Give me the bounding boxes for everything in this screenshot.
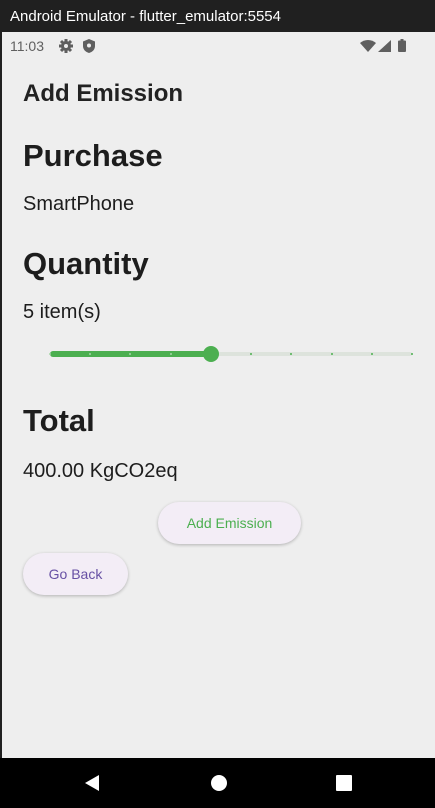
add-emission-button[interactable]: Add Emission (158, 502, 301, 544)
purchase-value: SmartPhone (23, 193, 135, 215)
app-bar-title: Add Emission (23, 80, 184, 107)
purchase-heading: Purchase (23, 138, 163, 173)
security-shield-icon (83, 39, 95, 53)
wifi-icon (360, 40, 376, 52)
slider-tick (49, 353, 51, 355)
home-icon[interactable] (210, 774, 228, 792)
battery-icon (398, 39, 406, 52)
cell-signal-icon (378, 40, 391, 52)
slider-tick (330, 353, 333, 355)
system-navigation-bar (0, 758, 435, 808)
go-back-button[interactable]: Go Back (23, 553, 128, 595)
status-time: 11:03 (10, 38, 44, 54)
slider-thumb[interactable] (202, 346, 219, 362)
slider-tick (169, 353, 172, 355)
quantity-slider[interactable] (46, 344, 414, 364)
quantity-heading: Quantity (23, 246, 149, 281)
quantity-value: 5 item(s) (23, 301, 101, 323)
slider-tick (370, 353, 373, 355)
back-icon[interactable] (83, 774, 101, 792)
window-title: Android Emulator - flutter_emulator:5554 (10, 7, 281, 25)
total-heading: Total (23, 403, 95, 438)
slider-tick (411, 353, 413, 355)
total-value: 400.00 KgCO2eq (23, 460, 178, 482)
status-bar: 11:03 (2, 32, 435, 60)
phone-screen: 11:03 Add Emission Purchase SmartPhone Q… (2, 32, 435, 758)
settings-gear-icon (59, 39, 73, 53)
recents-icon[interactable] (336, 775, 352, 791)
emulator-title-bar: Android Emulator - flutter_emulator:5554 (0, 0, 435, 32)
